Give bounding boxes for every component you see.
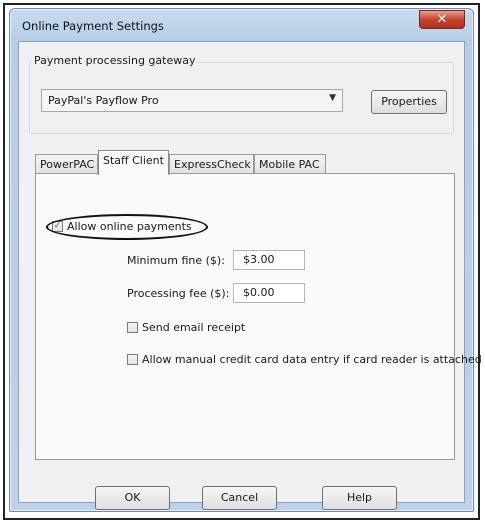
gateway-select[interactable]: PayPal's Payflow Pro ▼ bbox=[41, 89, 343, 112]
chevron-down-icon: ▼ bbox=[329, 93, 336, 103]
allow-online-payments-label: Allow online payments bbox=[67, 220, 192, 233]
tab-mobile-pac[interactable]: Mobile PAC bbox=[254, 154, 326, 174]
minimum-fine-field[interactable]: $3.00 bbox=[233, 250, 305, 270]
send-email-receipt-label: Send email receipt bbox=[142, 321, 246, 334]
dialog-window: Online Payment Settings ✕ Payment proces… bbox=[9, 8, 482, 512]
cancel-button[interactable]: Cancel bbox=[202, 486, 277, 510]
allow-manual-entry-label: Allow manual credit card data entry if c… bbox=[142, 353, 482, 366]
tab-powerpac[interactable]: PowerPAC bbox=[35, 154, 98, 174]
processing-fee-field[interactable]: $0.00 bbox=[233, 283, 305, 303]
processing-fee-label: Processing fee ($): bbox=[127, 287, 230, 300]
properties-button[interactable]: Properties bbox=[371, 90, 447, 114]
help-button[interactable]: Help bbox=[322, 486, 397, 510]
dialog-body: Payment processing gateway PayPal's Payf… bbox=[18, 41, 482, 510]
send-email-receipt-checkbox[interactable]: Send email receipt bbox=[127, 321, 245, 334]
tab-expresscheck[interactable]: ExpressCheck bbox=[169, 154, 254, 174]
gateway-group-label: Payment processing gateway bbox=[31, 54, 199, 67]
tab-staff-client[interactable]: Staff Client bbox=[98, 150, 169, 175]
checkmark-icon: ✓ bbox=[52, 221, 63, 232]
gateway-select-value: PayPal's Payflow Pro bbox=[48, 94, 159, 107]
close-button[interactable]: ✕ bbox=[419, 10, 465, 29]
ok-button[interactable]: OK bbox=[95, 486, 170, 510]
staff-client-panel bbox=[35, 173, 455, 460]
allow-manual-entry-checkbox[interactable]: Allow manual credit card data entry if c… bbox=[127, 353, 482, 366]
allow-online-payments-checkbox[interactable]: ✓ Allow online payments bbox=[52, 220, 192, 233]
minimum-fine-label: Minimum fine ($): bbox=[127, 254, 225, 267]
dialog-title: Online Payment Settings bbox=[22, 19, 164, 33]
close-icon: ✕ bbox=[436, 12, 448, 27]
